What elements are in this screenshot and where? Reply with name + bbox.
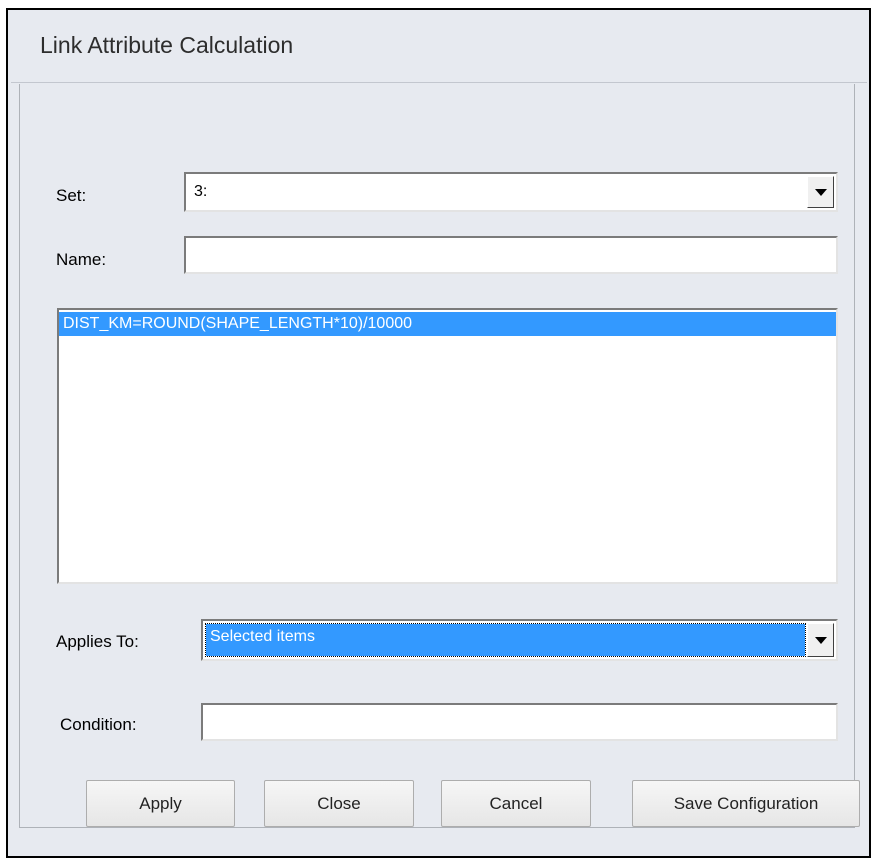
set-dropdown-button[interactable] (807, 176, 834, 208)
name-label: Name: (56, 250, 107, 269)
condition-input[interactable] (201, 703, 838, 741)
apply-button[interactable]: Apply (86, 780, 235, 827)
close-button[interactable]: Close (264, 780, 414, 827)
dialog-title: Link Attribute Calculation (40, 32, 294, 58)
set-dropdown[interactable]: 3: (184, 172, 838, 212)
window-border-bottom (6, 856, 871, 858)
expression-list[interactable]: DIST_KM=ROUND(SHAPE_LENGTH*10)/10000 (57, 308, 838, 584)
cancel-button[interactable]: Cancel (441, 780, 591, 827)
chevron-down-icon (814, 188, 827, 196)
chevron-down-icon (814, 636, 827, 644)
applies-to-dropdown-button[interactable] (807, 623, 834, 657)
set-label: Set: (56, 186, 87, 205)
applies-to-value: Selected items (205, 623, 806, 657)
applies-to-dropdown[interactable]: Selected items (201, 619, 838, 661)
set-value: 3: (194, 183, 208, 200)
list-item[interactable]: DIST_KM=ROUND(SHAPE_LENGTH*10)/10000 (59, 312, 836, 336)
applies-to-label: Applies To: (56, 632, 139, 651)
name-input[interactable] (184, 236, 838, 274)
save-configuration-button[interactable]: Save Configuration (632, 780, 860, 827)
condition-label: Condition: (60, 715, 137, 734)
title-separator (11, 82, 867, 83)
